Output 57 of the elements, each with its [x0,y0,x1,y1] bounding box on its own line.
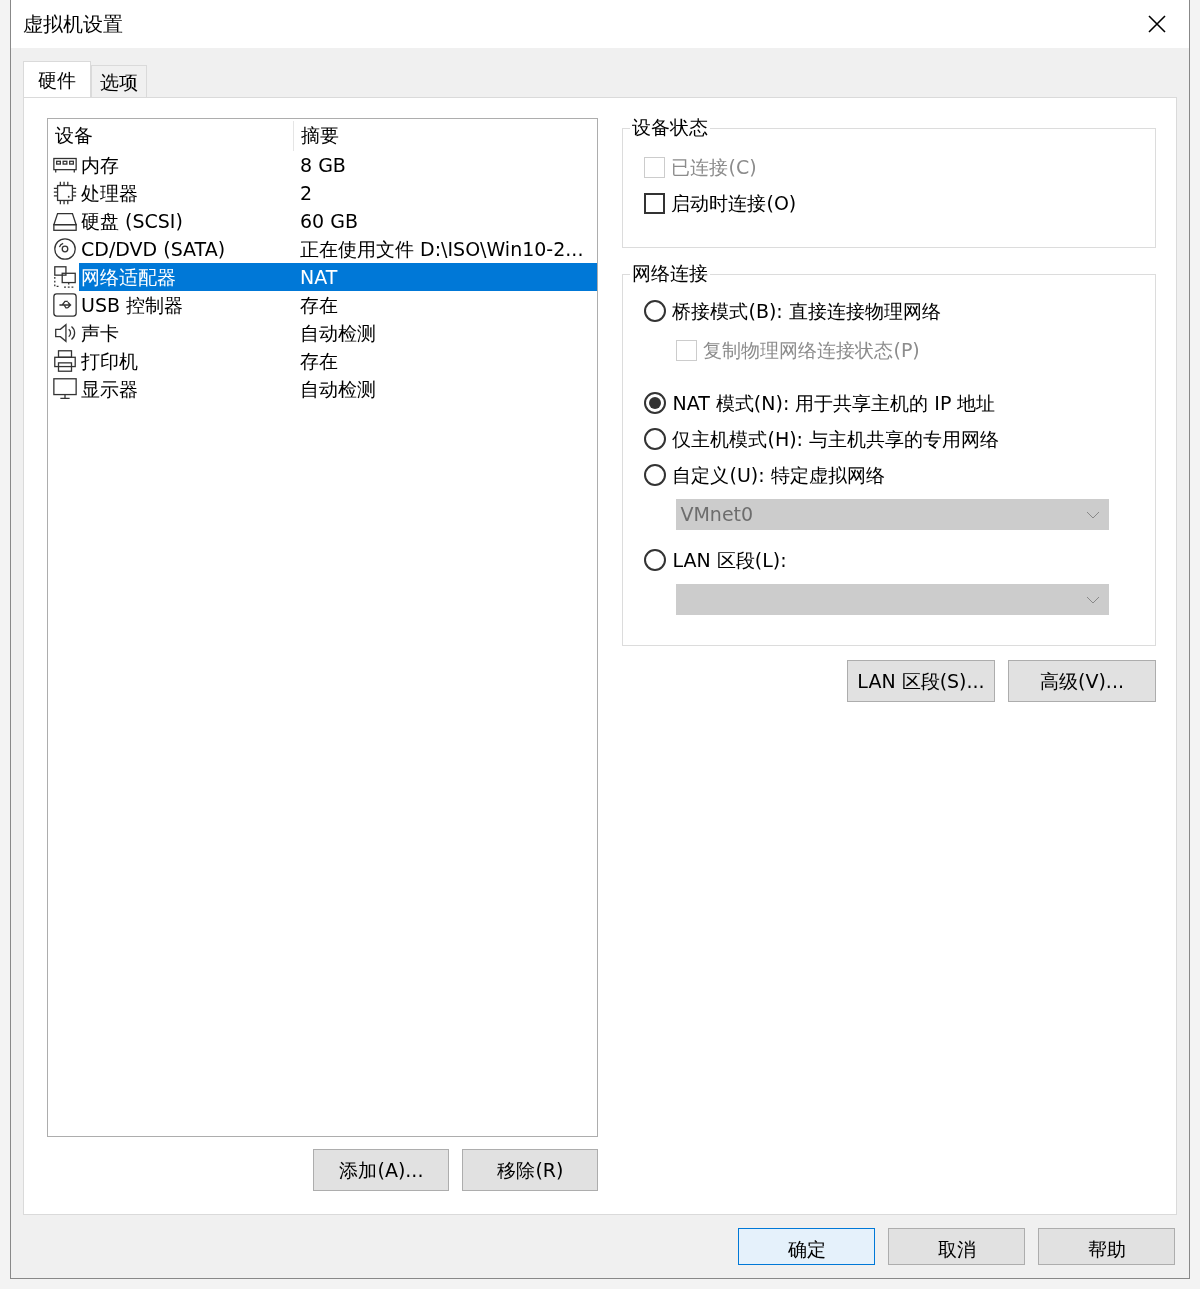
device-summary: 存在 [299,293,339,318]
radio-label: 仅主机模式(H): 与主机共享的专用网络 [672,426,1000,452]
group-title: 设备状态 [630,115,711,139]
disc-icon [52,236,78,262]
chevron-down-icon [1086,510,1101,519]
device-name[interactable]: 内存 [79,151,294,179]
radio-label: 桥接模式(B): 直接连接物理网络 [672,298,941,324]
dialog-button[interactable]: 帮助 [1038,1228,1175,1265]
window-title: 虚拟机设置 [23,11,123,38]
device-name[interactable]: CD/DVD (SATA) [79,235,294,263]
device-summary: 60 GB [299,209,359,234]
radio-label: LAN 区段(L): [672,547,787,573]
speaker-icon [52,320,78,346]
monitor-icon [52,376,78,402]
column-header[interactable]: 摘要 [294,121,339,151]
device-summary: 正在使用文件 D:\ISO\Win10-2... [299,237,585,262]
dialog-button[interactable]: 取消 [888,1228,1025,1265]
tab[interactable]: 选项 [91,65,147,97]
radio-button[interactable] [644,300,667,322]
device-name[interactable]: 网络适配器 [79,263,294,291]
list-button[interactable]: 添加(A)... [313,1149,450,1191]
device-summary: 存在 [299,349,339,374]
list-button[interactable]: 移除(R) [462,1149,599,1191]
device-summary: NAT [294,263,598,291]
radio-button[interactable] [644,392,667,414]
device-name[interactable]: 声卡 [79,319,294,347]
device-name[interactable]: 硬盘 (SCSI) [79,207,294,235]
column-header[interactable]: 设备 [48,121,294,151]
radio-button[interactable] [644,549,667,571]
usb-icon [52,292,78,318]
network-icon [52,264,78,290]
device-name[interactable]: 显示器 [79,375,294,403]
panel-button[interactable]: 高级(V)... [1008,660,1156,702]
group-title: 网络连接 [630,261,711,285]
device-name[interactable]: 打印机 [79,347,294,375]
radio-button[interactable] [644,428,667,450]
printer-icon [52,348,78,374]
device-summary: 自动检测 [299,321,377,346]
tab[interactable]: 硬件 [23,61,91,97]
dropdown-value: VMnet0 [680,502,754,528]
panel-button[interactable]: LAN 区段(S)... [847,660,995,702]
checkbox-label: 复制物理网络连接状态(P) [703,337,920,363]
radio-button[interactable] [644,464,667,486]
device-summary: 2 [299,181,314,206]
close-icon [1147,14,1167,34]
radio-label: 自定义(U): 特定虚拟网络 [672,462,885,488]
chip-icon [52,180,78,206]
device-name[interactable]: 处理器 [79,179,294,207]
checkbox-label: 启动时连接(O) [671,190,797,216]
device-summary: 自动检测 [299,377,377,402]
dialog-button[interactable]: 确定 [738,1228,875,1265]
device-summary: 8 GB [299,153,347,178]
checkbox[interactable] [644,192,666,214]
chevron-down-icon [1086,595,1101,604]
device-name[interactable]: USB 控制器 [79,291,294,319]
radio-label: NAT 模式(N): 用于共享主机的 IP 地址 [672,390,996,416]
checkbox-label: 已连接(C) [671,154,757,180]
